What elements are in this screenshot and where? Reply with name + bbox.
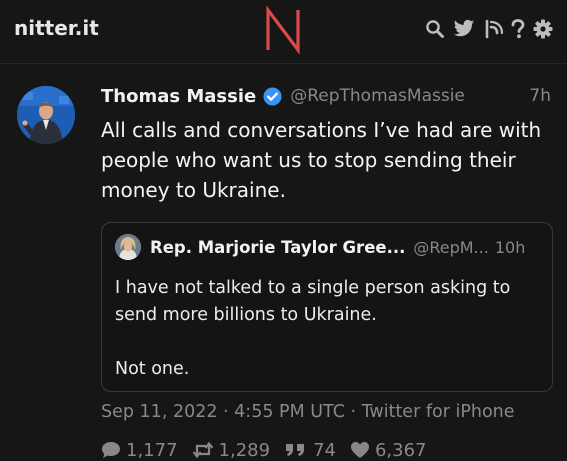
quote-username[interactable]: @RepM...: [413, 238, 488, 257]
avatar[interactable]: [17, 86, 75, 144]
retweets-count: 1,289: [218, 439, 271, 461]
tweet-content: All calls and conversations I’ve had are…: [101, 118, 542, 202]
quote-avatar[interactable]: [115, 234, 141, 260]
likes-stat[interactable]: 6,367: [350, 440, 427, 461]
tweet-date-link[interactable]: 7h: [529, 86, 551, 106]
verified-badge-icon: [263, 86, 282, 106]
quotes-count: 74: [313, 439, 336, 461]
search-icon[interactable]: [425, 19, 445, 39]
tweet-stats: 1,177 1,289 74 6,367: [101, 438, 427, 461]
replies-stat[interactable]: 1,177: [101, 440, 178, 461]
site-name-link[interactable]: nitter.it: [14, 16, 99, 40]
twitter-bird-icon[interactable]: [453, 19, 475, 39]
tweet: Thomas Massie @RepThomasMassie 7h All ca…: [0, 64, 567, 461]
tweet-published-date: Sep 11, 2022 · 4:55 PM UTC · Twitter for…: [101, 402, 515, 422]
quote-text-paragraph: I have not talked to a single person ask…: [115, 278, 511, 325]
quotes-stat[interactable]: 74: [284, 440, 336, 461]
gear-icon[interactable]: [533, 19, 553, 39]
rss-icon[interactable]: [483, 19, 503, 39]
fullname-link[interactable]: Thomas Massie: [101, 86, 256, 107]
quote-tweet[interactable]: Rep. Marjorie Taylor Gree... @RepM... 10…: [101, 222, 553, 392]
quote-date[interactable]: 10h: [495, 238, 526, 257]
quote-icon: [286, 444, 305, 456]
quote-content: I have not talked to a single person ask…: [115, 275, 535, 383]
reply-icon: [102, 442, 120, 458]
nav-icons: [425, 19, 553, 39]
heart-icon: [350, 442, 369, 458]
quote-text-paragraph: Not one.: [115, 359, 190, 379]
navbar: nitter.it: [0, 0, 567, 64]
nitter-logo-icon[interactable]: [263, 6, 303, 54]
retweet-icon: [192, 441, 213, 459]
quote-fullname[interactable]: Rep. Marjorie Taylor Gree...: [150, 238, 405, 257]
tweet-header: Thomas Massie @RepThomasMassie 7h: [101, 84, 551, 108]
retweets-stat[interactable]: 1,289: [192, 439, 271, 461]
help-icon[interactable]: [511, 19, 525, 39]
quote-header: Rep. Marjorie Taylor Gree... @RepM... 10…: [150, 235, 542, 259]
username-link[interactable]: @RepThomasMassie: [290, 86, 465, 106]
likes-count: 6,367: [374, 439, 427, 461]
replies-count: 1,177: [126, 439, 178, 461]
